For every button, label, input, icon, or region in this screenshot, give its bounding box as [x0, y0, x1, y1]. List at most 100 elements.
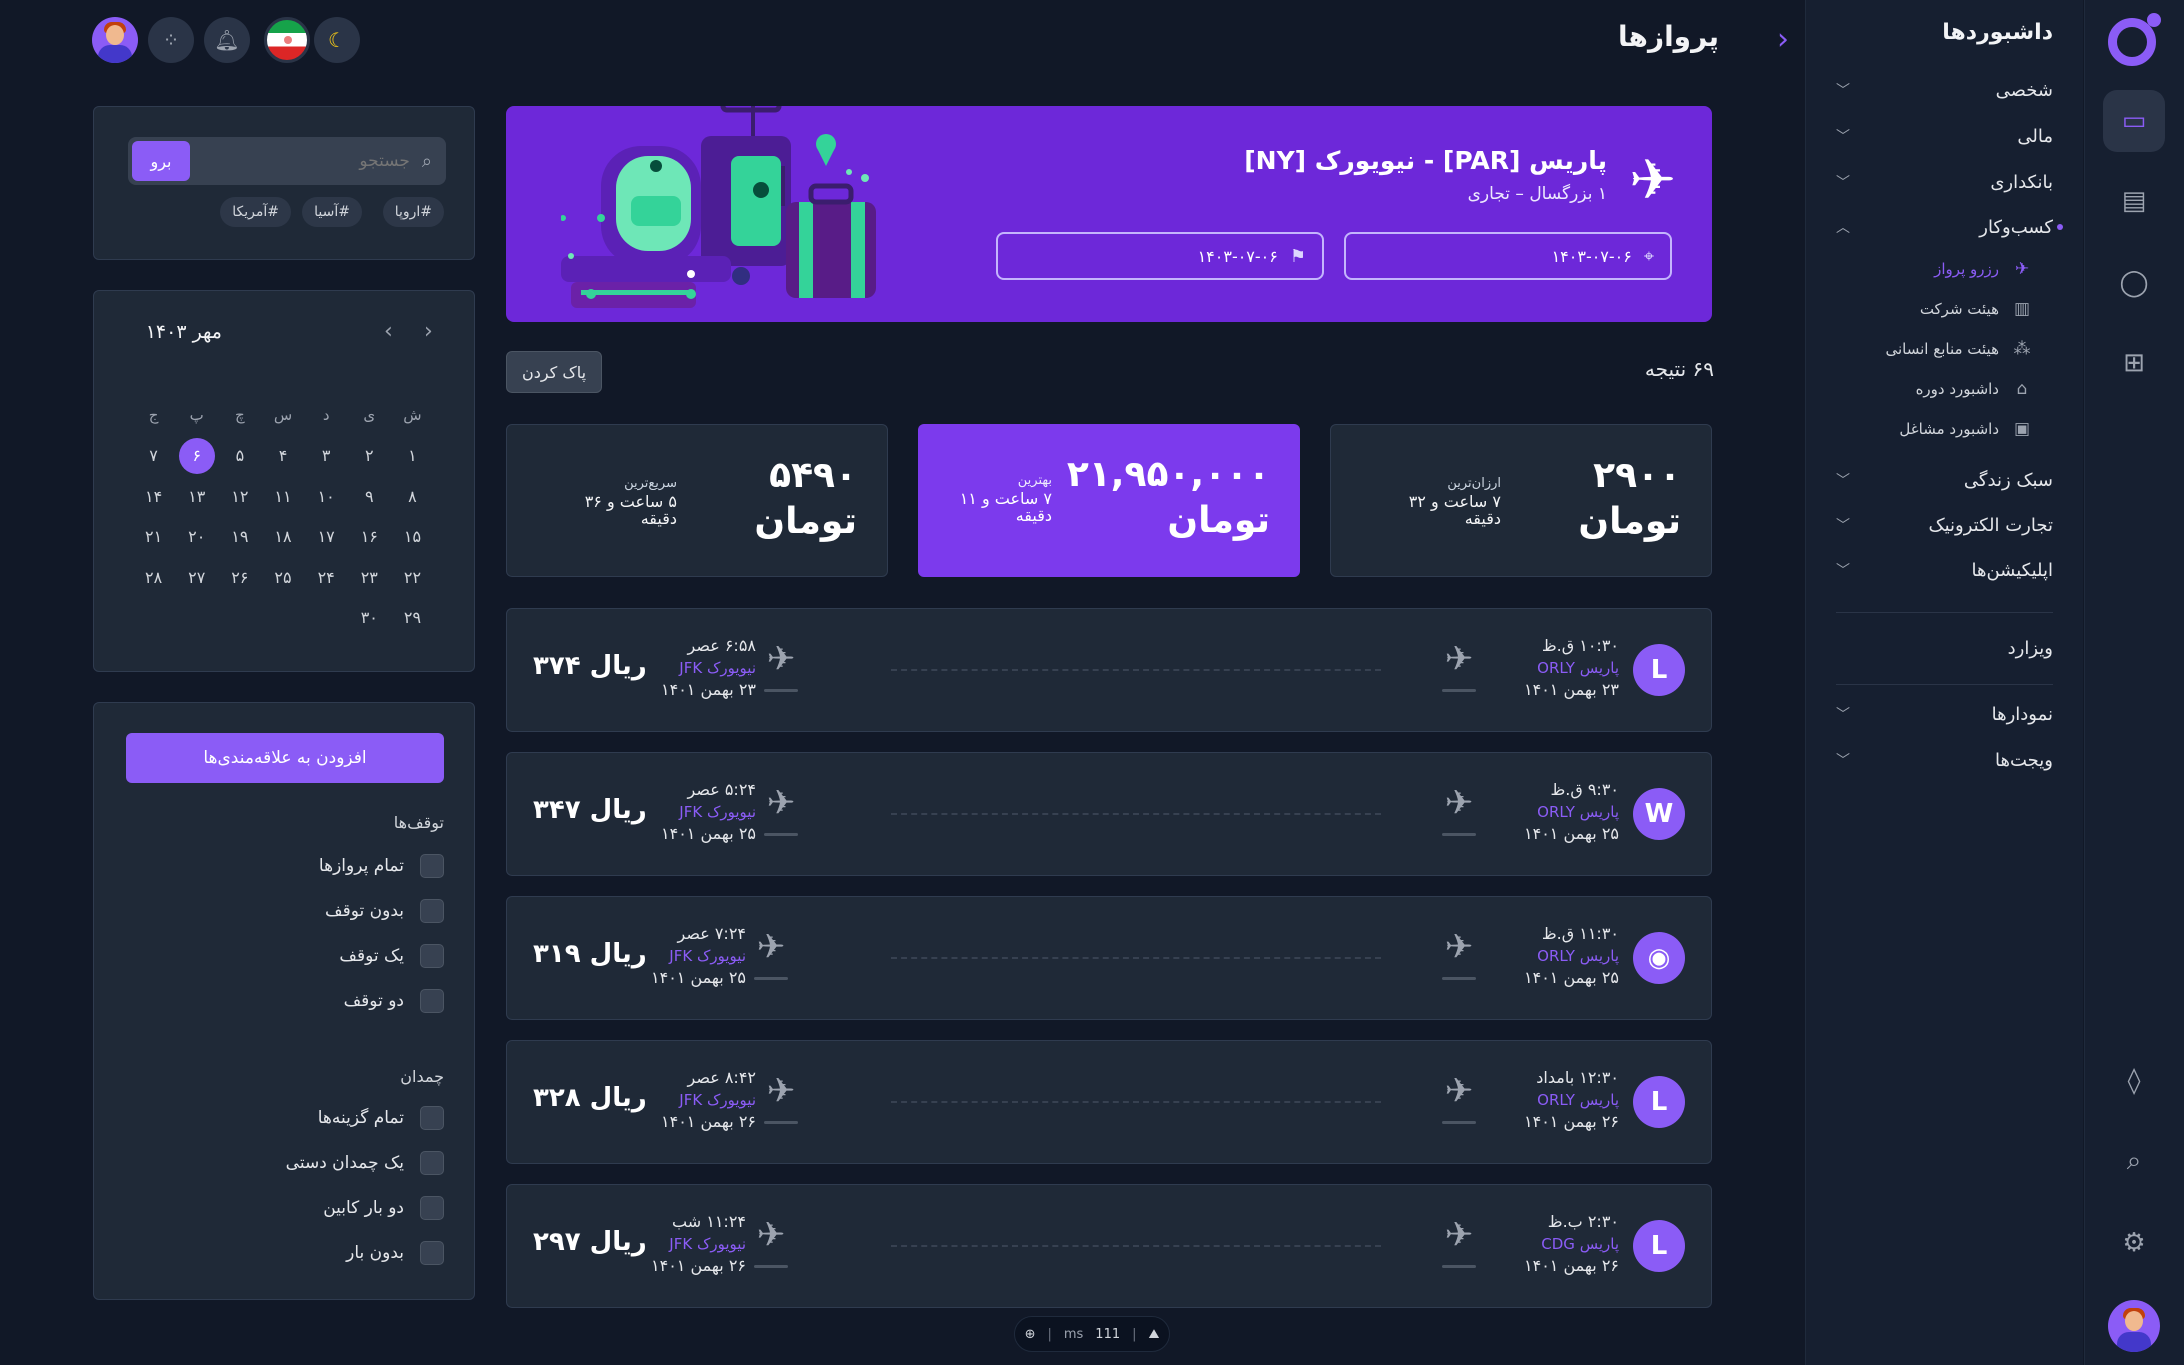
bags-option-two-cabin[interactable]: دو بار کابین [323, 1193, 444, 1223]
calendar-day[interactable]: ۲۶ [218, 557, 261, 598]
stops-option-two[interactable]: دو توقف [344, 986, 444, 1016]
calendar-day[interactable]: ۱۸ [261, 517, 304, 558]
calendar-day[interactable]: ۱۰ [305, 476, 348, 517]
flight-row[interactable]: ◉ ۱۱:۳۰ ق.ظ پاریس ORLY ۲۵ بهمن ۱۴۰۱ ✈ ✈ ۷:۲۴ ع… [506, 896, 1712, 1020]
add-to-favorites-button[interactable]: افزودن به علاقه‌مندی‌ها [126, 733, 444, 783]
apps-grid-icon[interactable]: ⁘ [148, 17, 194, 63]
clear-button[interactable]: پاک کردن [506, 351, 602, 393]
calendar-day[interactable]: ۱۵ [391, 517, 434, 558]
sidebar-sub-flight-booking[interactable]: ✈ رزرو پرواز [1934, 252, 2033, 286]
sidebar-item-finance[interactable]: مالی ﹀ [1836, 116, 2053, 156]
moon-icon[interactable]: ☾ [314, 17, 360, 63]
sidebar-sub-course-dashboard[interactable]: ⌂ داشبورد دوره [1916, 372, 2033, 406]
calendar-day[interactable]: ۹ [348, 476, 391, 517]
calendar-day[interactable]: ۲۸ [132, 557, 175, 598]
checkbox[interactable] [420, 899, 444, 923]
calendar-day[interactable]: ۱۶ [348, 517, 391, 558]
grid-rail-icon[interactable]: ⊞ [2103, 332, 2165, 394]
app-logo[interactable] [2108, 13, 2161, 66]
search-input[interactable] [219, 151, 410, 171]
calendar-day[interactable]: ۳ [305, 436, 348, 477]
dashboard-rail-icon[interactable]: ▭ [2103, 90, 2165, 152]
sidebar-item-wizard[interactable]: ویزارد [1836, 628, 2053, 668]
calendar-day[interactable]: ۲ [348, 436, 391, 477]
calendar-day[interactable]: ۳۰ [348, 598, 391, 639]
chevron-right-icon[interactable]: › [1777, 22, 1789, 57]
stat-best[interactable]: ۲۱,۹۵۰,۰۰۰ تومان بهترین ۷ ساعت و ۱۱ دقیقه [918, 424, 1300, 577]
calendar-day[interactable]: ۲۹ [391, 598, 434, 639]
sidebar-sub-jobs-dashboard[interactable]: ▣ داشبورد مشاغل [1899, 412, 2033, 446]
sidebar-sub-hr-board[interactable]: ⁂ هیئت منابع انسانی [1886, 332, 2034, 366]
calendar-day[interactable]: ۶ [175, 436, 218, 477]
chevron-right-icon[interactable]: › [424, 319, 433, 344]
tag-asia[interactable]: #آسیا [302, 197, 362, 227]
calendar-day[interactable]: ۱۲ [218, 476, 261, 517]
flight-row[interactable]: W ۹:۳۰ ق.ظ پاریس ORLY ۲۵ بهمن ۱۴۰۱ ✈ ✈ ۵:۲۴ عص… [506, 752, 1712, 876]
calendar-day[interactable]: ۸ [391, 476, 434, 517]
sidebar-item-personal[interactable]: شخصی ﹀ [1836, 70, 2053, 110]
chevron-left-icon[interactable]: ‹ [384, 319, 393, 344]
user-avatar[interactable] [92, 17, 138, 63]
calendar-day[interactable]: ۲۰ [175, 517, 218, 558]
calendar-day[interactable]: ۱۴ [132, 476, 175, 517]
window-rail-icon[interactable]: ▤ [2103, 170, 2165, 232]
flight-row[interactable]: L ۱۰:۳۰ ق.ظ پاریس ORLY ۲۳ بهمن ۱۴۰۱ ✈ ✈ ۶:۵۸ ع… [506, 608, 1712, 732]
checkbox[interactable] [420, 989, 444, 1013]
checkbox[interactable] [420, 944, 444, 968]
sidebar-item-lifestyle[interactable]: سبک زندگی ﹀ [1836, 460, 2053, 500]
bags-option-hand[interactable]: یک چمدان دستی [286, 1148, 444, 1178]
drop-icon[interactable]: ◊ [2103, 1050, 2165, 1112]
checkbox[interactable] [420, 1196, 444, 1220]
departure-date: ۲۵ بهمن ۱۴۰۱ [1524, 824, 1619, 843]
sidebar-item-ecommerce[interactable]: تجارت الکترونیک ﹀ [1836, 505, 2053, 545]
calendar-day[interactable]: ۲۵ [261, 557, 304, 598]
chat-rail-icon[interactable]: ◯ [2103, 252, 2165, 314]
calendar-day[interactable]: ۲۷ [175, 557, 218, 598]
departure-time: ۹:۳۰ ق.ظ [1550, 780, 1619, 799]
sidebar-sub-company-board[interactable]: ▥ هیئت شرکت [1920, 292, 2033, 326]
calendar-day[interactable]: ۲۱ [132, 517, 175, 558]
checkbox[interactable] [420, 1151, 444, 1175]
stops-option-all[interactable]: تمام پروازها [319, 851, 444, 881]
calendar-day[interactable]: ۱۷ [305, 517, 348, 558]
flight-row[interactable]: L ۲:۳۰ ب.ظ پاریس CDG ۲۶ بهمن ۱۴۰۱ ✈ ✈ ۱۱:۲۴ شب… [506, 1184, 1712, 1308]
calendar-day[interactable]: ۱۱ [261, 476, 304, 517]
stat-fastest[interactable]: ۵۴۹۰ تومان سریع‌ترین ۵ ساعت و ۳۶ دقیقه [506, 424, 888, 577]
calendar-day[interactable]: ۱۳ [175, 476, 218, 517]
user-avatar[interactable] [2108, 1300, 2160, 1352]
search-go-button[interactable]: برو [132, 141, 190, 181]
depart-date-field[interactable]: ⌖ ۱۴۰۳-۰۷-۰۶ [1344, 232, 1672, 280]
bell-icon[interactable]: 🔔︎ [204, 17, 250, 63]
checkbox[interactable] [420, 854, 444, 878]
arrival-info: ۱۱:۲۴ شب نیویورک JFK ۲۶ بهمن ۱۴۰۱ [651, 1211, 746, 1277]
bags-option-all[interactable]: تمام گزینه‌ها [318, 1103, 444, 1133]
stat-cheapest[interactable]: ۲۹۰۰ تومان ارزان‌ترین ۷ ساعت و ۳۲ دقیقه [1330, 424, 1712, 577]
settings-gear-icon[interactable]: ⚙ [2103, 1212, 2165, 1274]
baggage-heading: چمدان [400, 1067, 444, 1086]
sidebar-item-banking[interactable]: بانکداری ﹀ [1836, 162, 2053, 202]
tag-america[interactable]: #آمریکا [220, 197, 291, 227]
calendar-day[interactable]: ۴ [261, 436, 304, 477]
sidebar-item-apps[interactable]: اپلیکیشن‌ها ﹀ [1836, 550, 2053, 590]
stops-option-one[interactable]: یک توقف [339, 941, 444, 971]
calendar-day[interactable]: ۲۳ [348, 557, 391, 598]
calendar-day[interactable]: ۱ [391, 436, 434, 477]
sidebar-item-widgets[interactable]: ویجت‌ها ﹀ [1836, 740, 2053, 780]
sidebar-item-charts[interactable]: نمودارها ﹀ [1836, 694, 2053, 734]
sidebar-item-business[interactable]: کسب‌وکار ︿ [1836, 207, 2063, 247]
tag-europe[interactable]: #اروپا [382, 197, 444, 227]
calendar-day[interactable]: ۱۹ [218, 517, 261, 558]
search-icon: ⌕ [421, 150, 432, 172]
calendar-day[interactable]: ۷ [132, 436, 175, 477]
calendar-day[interactable]: ۲۲ [391, 557, 434, 598]
bags-option-none[interactable]: بدون بار [346, 1238, 444, 1268]
return-date-field[interactable]: ⚑ ۱۴۰۳-۰۷-۰۶ [996, 232, 1324, 280]
search-rail-icon[interactable]: ⌕ [2103, 1130, 2165, 1192]
language-flag-icon[interactable] [264, 17, 310, 63]
checkbox[interactable] [420, 1106, 444, 1130]
checkbox[interactable] [420, 1241, 444, 1265]
flight-row[interactable]: L ۱۲:۳۰ بامداد پاریس ORLY ۲۶ بهمن ۱۴۰۱ ✈ ✈ ۸:۴… [506, 1040, 1712, 1164]
stops-option-nonstop[interactable]: بدون توقف [325, 896, 444, 926]
calendar-day[interactable]: ۵ [218, 436, 261, 477]
calendar-day[interactable]: ۲۴ [305, 557, 348, 598]
